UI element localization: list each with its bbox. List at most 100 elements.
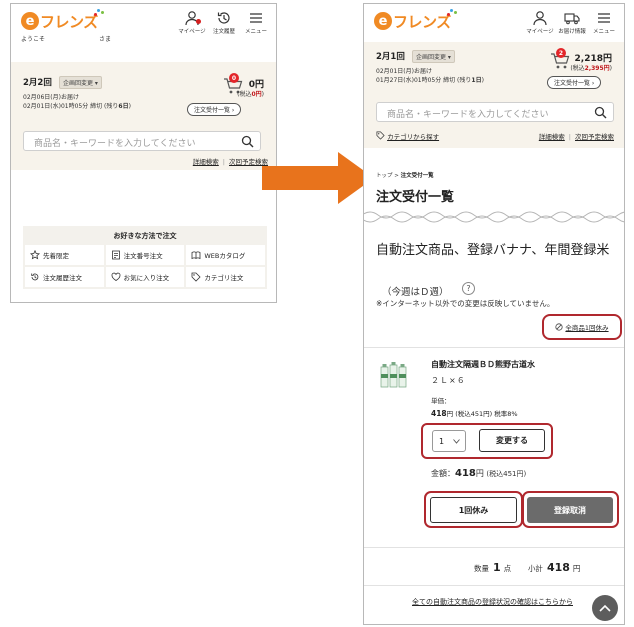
site-header: e フレンズ マイページ お届け情報 メニュー <box>364 4 624 44</box>
book-icon <box>191 251 201 260</box>
search-sublinks: 詳細検索 | 次回予定検索 <box>192 158 268 166</box>
order-methods-title: お好きな方法で注文 <box>113 232 177 240</box>
hamburger-icon <box>250 13 262 23</box>
unit-price-label: 単価： <box>431 397 451 405</box>
mypage-button[interactable]: マイページ <box>526 10 554 35</box>
order-deadline: 01月27日(水)01時05分 締切 (残り1日) <box>376 77 484 84</box>
breadcrumb-top-link[interactable]: トップ <box>376 173 393 179</box>
history-icon <box>217 12 230 24</box>
search-area: 商品名・キーワードを入力してください カテゴリから探す 詳細検索 | 次回予定検索 <box>364 96 624 148</box>
cart-count-badge: 0 <box>229 73 239 83</box>
heart-icon <box>111 272 121 281</box>
plan-change-label: 企画回変更 <box>416 54 447 61</box>
search-placeholder: 商品名・キーワードを入力してください <box>34 139 196 149</box>
order-history-label: 注文履歴 <box>212 29 235 35</box>
search-input[interactable]: 商品名・キーワードを入力してください <box>376 102 614 122</box>
divider <box>364 347 624 348</box>
method-web-catalog[interactable]: WEBカタログ <box>186 245 265 265</box>
menu-label: メニュー <box>592 29 615 35</box>
right-phone-screen: e フレンズ マイページ お届け情報 メニュー 2月1回 企画回変更 ▾ 02月… <box>363 3 625 625</box>
cancel-registration-button[interactable]: 登録取消 <box>527 497 613 523</box>
menu-button[interactable]: メニュー <box>590 10 618 35</box>
skip-once-button[interactable]: 1回休み <box>430 497 517 523</box>
search-area: 商品名・キーワードを入力してください 詳細検索 | 次回予定検索 <box>11 122 276 170</box>
plan-change-label: 企画回変更 <box>63 80 94 87</box>
order-history-button[interactable]: 注文履歴 <box>210 10 238 35</box>
history-icon <box>31 273 39 281</box>
order-list-button[interactable]: 注文受付一覧 › <box>187 103 242 116</box>
page-title: 注文受付一覧 <box>376 190 455 205</box>
user-icon <box>533 11 547 26</box>
method-order-history[interactable]: 注文履歴注文 <box>25 267 104 287</box>
breadcrumb-separator: > <box>394 173 399 179</box>
logo-dots-icon <box>446 9 457 17</box>
delivery-info-label: お届け情報 <box>558 29 586 35</box>
plan-change-dropdown[interactable]: 企画回変更 ▾ <box>59 76 102 89</box>
cart-amount-tax: (税込0円) <box>237 91 264 98</box>
divider <box>364 585 624 586</box>
search-icon[interactable] <box>594 106 607 119</box>
help-icon[interactable]: ? <box>462 282 475 295</box>
star-icon <box>30 250 40 260</box>
truck-icon <box>564 13 580 25</box>
unit-price: 418円 (税込451円) 税率8% <box>431 409 518 418</box>
plan-change-dropdown[interactable]: 企画回変更 ▾ <box>412 50 455 63</box>
delivery-date: 02月06日(月)お届け <box>23 94 79 101</box>
mypage-label: マイページ <box>526 29 554 35</box>
cart-count-badge: 2 <box>556 48 566 58</box>
order-deadline: 02月01日(水)01時05分 締切 (残り6日) <box>23 103 131 110</box>
order-round-panel: 2月1回 企画回変更 ▾ 02月01日(月)お届け 01月27日(水)01時05… <box>364 42 624 96</box>
chevron-down-icon <box>453 439 460 444</box>
all-auto-orders-link[interactable]: 全ての自動注文商品の登録状況の確認はこちらから <box>412 597 573 607</box>
advanced-search-link[interactable]: 詳細検索 <box>539 133 565 141</box>
change-quantity-button[interactable]: 変更する <box>479 429 545 452</box>
order-round: 2月1回 <box>376 52 405 62</box>
method-category[interactable]: カテゴリ注文 <box>186 267 265 287</box>
search-input[interactable]: 商品名・キーワードを入力してください <box>23 131 261 151</box>
logo-dots-icon <box>93 9 104 17</box>
method-favorites[interactable]: お気に入り注文 <box>105 267 185 287</box>
next-schedule-search-link[interactable]: 次回予定検索 <box>575 133 614 141</box>
menu-button[interactable]: メニュー <box>242 10 270 35</box>
efriends-logo[interactable]: e フレンズ <box>21 9 104 32</box>
chevron-up-icon <box>599 604 611 612</box>
logo-text: フレンズ <box>40 12 98 31</box>
logo-text: フレンズ <box>393 12 451 31</box>
tag-icon <box>191 272 201 282</box>
product-size: ２Ｌ×６ <box>431 376 466 385</box>
product-name[interactable]: 自動注文隔週ＢＤ熊野古道水 <box>431 359 535 370</box>
water-bottles-image <box>380 362 407 388</box>
method-first-come[interactable]: 先着限定 <box>25 245 104 265</box>
hamburger-icon <box>598 13 610 23</box>
delivery-info-button[interactable]: お届け情報 <box>558 10 586 35</box>
menu-label: メニュー <box>244 29 267 35</box>
method-order-number[interactable]: 注文番号注文 <box>105 245 185 265</box>
search-sublinks: 詳細検索 | 次回予定検索 <box>538 133 614 141</box>
delivery-date: 02月01日(月)お届け <box>376 68 432 75</box>
logo-letter: e <box>374 12 392 30</box>
quantity-select[interactable]: 1 <box>432 430 466 452</box>
search-icon[interactable] <box>241 135 254 148</box>
efriends-logo[interactable]: e フレンズ <box>374 9 457 32</box>
page-break-wave <box>364 211 624 223</box>
tag-icon <box>376 131 385 140</box>
notification-dot <box>196 19 201 24</box>
honorific-text: さま <box>99 36 112 43</box>
section-title: 自動注文商品、登録バナナ、年間登録米 <box>376 243 610 258</box>
site-header: e フレンズ ようこそ さま マイページ 注文履歴 メニュー <box>11 4 276 44</box>
advanced-search-link[interactable]: 詳細検索 <box>193 158 219 166</box>
category-search-link[interactable]: カテゴリから探す <box>376 131 439 141</box>
mypage-label: マイページ <box>178 29 206 35</box>
current-week: （今週はＤ週） <box>382 287 449 298</box>
skip-all-once-button[interactable]: 全商品1回休み <box>542 314 622 340</box>
transition-arrow-icon <box>262 152 374 204</box>
search-placeholder: 商品名・キーワードを入力してください <box>387 110 549 120</box>
product-total: 金額：418円 (税込451円) <box>431 468 527 479</box>
order-list-button[interactable]: 注文受付一覧 › <box>547 76 602 89</box>
mypage-button[interactable]: マイページ <box>178 10 206 35</box>
left-phone-screen: e フレンズ ようこそ さま マイページ 注文履歴 メニュー 2月2回 企画回変… <box>10 3 277 303</box>
order-summary: 数量 1 点 小計 418 円 <box>474 561 581 574</box>
scroll-to-top-button[interactable] <box>592 595 618 621</box>
cart-amount-tax: (税込2,395円) <box>570 65 612 72</box>
note-icon <box>111 250 120 260</box>
